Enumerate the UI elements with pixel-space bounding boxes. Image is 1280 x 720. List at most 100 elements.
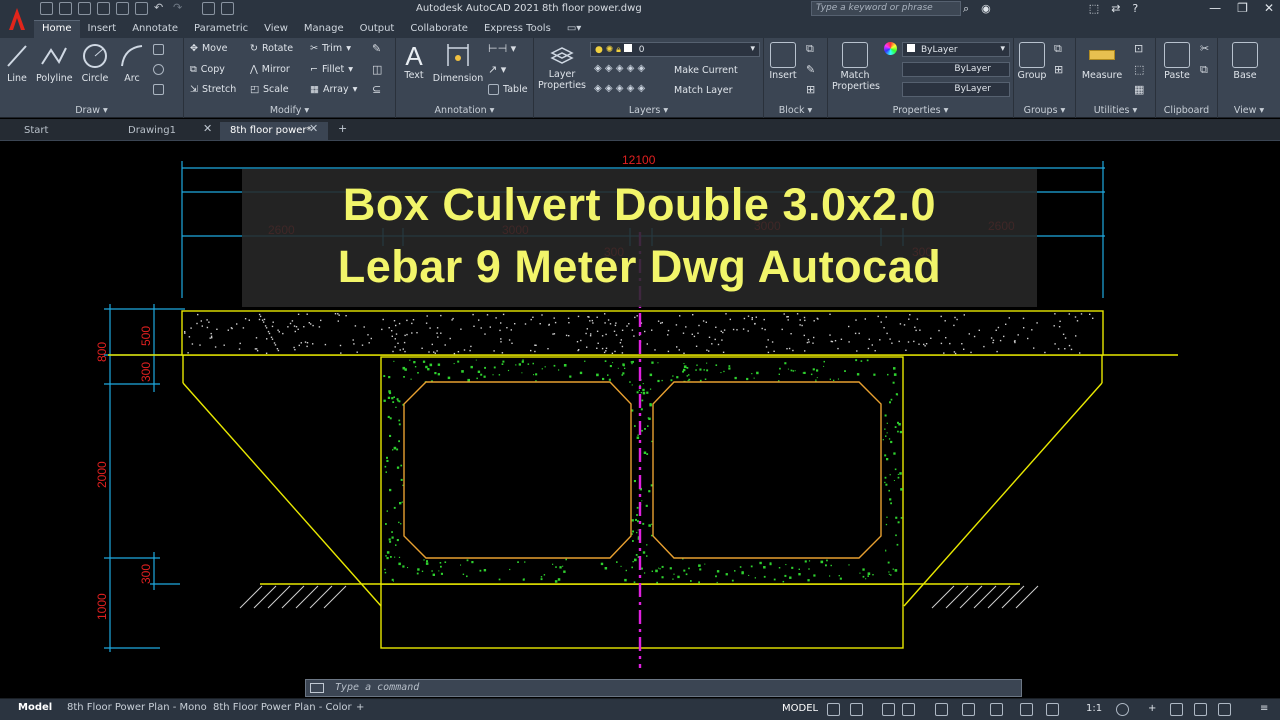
measure-button[interactable]: Measure xyxy=(1080,42,1124,81)
block-panel-title[interactable]: Block ▾ xyxy=(764,105,827,116)
minimize-icon[interactable]: — xyxy=(1209,1,1221,15)
clean-screen-icon[interactable] xyxy=(1218,703,1231,716)
grid-icon[interactable] xyxy=(827,703,840,716)
paste-button[interactable]: Paste xyxy=(1160,42,1194,81)
text-button[interactable]: A Text xyxy=(400,42,428,81)
dimension-button[interactable]: Dimension xyxy=(432,42,484,84)
group-button[interactable]: Group xyxy=(1016,42,1048,81)
stretch-button[interactable]: ⇲ Stretch xyxy=(190,84,236,95)
annotation-scale-icon[interactable] xyxy=(1046,703,1059,716)
linear-dim-icon[interactable]: ⊢⊣ ▾ xyxy=(488,42,516,55)
annotation-panel-title[interactable]: Annotation ▾ xyxy=(396,105,533,116)
isodraft-icon[interactable] xyxy=(935,703,948,716)
make-current-button[interactable]: Make Current xyxy=(674,65,738,76)
ortho-icon[interactable] xyxy=(882,703,895,716)
user-icon[interactable]: ◉ xyxy=(981,2,991,16)
layers-icon[interactable] xyxy=(202,2,215,15)
customize-icon[interactable]: ≡ xyxy=(1260,703,1268,714)
model-space-button[interactable]: MODEL xyxy=(782,703,818,714)
array-button[interactable]: ▦ Array ▾ xyxy=(310,84,357,95)
osnap-icon[interactable] xyxy=(962,703,975,716)
polyline-button[interactable]: Polyline xyxy=(36,42,73,84)
drawing-canvas[interactable]: 12100 2600 2600 3000 3000 300 300 500 80… xyxy=(0,142,1280,698)
layout-tab-model[interactable]: Model xyxy=(18,702,52,713)
color-wheel-icon[interactable] xyxy=(884,42,897,55)
explode-icon[interactable]: ◫ xyxy=(372,63,382,76)
rotate-button[interactable]: ↻ Rotate xyxy=(250,43,293,54)
tab-drawing1[interactable]: Drawing1 xyxy=(118,122,186,141)
redo-icon[interactable]: ↷ xyxy=(173,2,186,15)
share-view-icon[interactable] xyxy=(221,2,234,15)
close-icon[interactable]: ✕ xyxy=(1264,1,1274,15)
tab-parametric[interactable]: Parametric xyxy=(186,21,256,38)
lineweight-dropdown[interactable]: ByLayer xyxy=(902,82,1010,97)
command-input[interactable]: Type a command xyxy=(335,682,419,693)
tab-manage[interactable]: Manage xyxy=(296,21,352,38)
command-line[interactable]: Type a command xyxy=(305,679,1022,697)
arc-button[interactable]: Arc xyxy=(118,42,146,84)
snap-icon[interactable] xyxy=(850,703,863,716)
hatch-icon[interactable] xyxy=(153,84,164,95)
autocad-logo[interactable] xyxy=(0,0,34,38)
tab-view[interactable]: View xyxy=(256,21,296,38)
calculator-icon[interactable]: ▦ xyxy=(1134,83,1144,96)
plot-icon[interactable] xyxy=(116,2,129,15)
block-attrib-icon[interactable]: ⊞ xyxy=(806,83,815,96)
select-all-icon[interactable]: ⬚ xyxy=(1134,63,1144,76)
tab-express-tools[interactable]: Express Tools xyxy=(476,21,559,38)
match-layer-button[interactable]: Match Layer xyxy=(674,85,733,96)
tab-output[interactable]: Output xyxy=(352,21,403,38)
layer-tools-2-icon[interactable]: ◈ ◈ ◈ ◈ ◈ xyxy=(594,83,645,94)
ellipse-icon[interactable] xyxy=(153,64,164,75)
groups-panel-title[interactable]: Groups ▾ xyxy=(1014,105,1075,116)
undo-icon[interactable]: ↶ xyxy=(154,2,167,15)
base-button[interactable]: Base xyxy=(1228,42,1262,81)
help-icon[interactable]: ? xyxy=(1132,2,1138,16)
ungroup-icon[interactable]: ⧉ xyxy=(1054,42,1062,56)
erase-icon[interactable]: ✎ xyxy=(372,42,381,55)
tab-insert[interactable]: Insert xyxy=(80,21,125,38)
restore-icon[interactable]: ❐ xyxy=(1237,1,1248,15)
modify-panel-title[interactable]: Modify ▾ xyxy=(184,105,395,116)
quick-select-icon[interactable]: ⊡ xyxy=(1134,42,1143,55)
leader-icon[interactable]: ↗ ▾ xyxy=(488,63,506,76)
cart-icon[interactable]: ⬚ xyxy=(1089,2,1099,16)
edit-block-icon[interactable]: ✎ xyxy=(806,63,815,76)
properties-panel-title[interactable]: Properties ▾ xyxy=(828,105,1013,116)
linetype-dropdown[interactable]: ByLayer xyxy=(902,62,1010,77)
ribbon-options-icon[interactable]: ▭▾ xyxy=(559,21,589,38)
save-as-icon[interactable] xyxy=(97,2,110,15)
copy-clip-icon[interactable]: ⧉ xyxy=(1200,63,1208,77)
match-properties-button[interactable]: Match Properties xyxy=(832,42,880,92)
rectangle-icon[interactable] xyxy=(153,44,164,55)
layer-tools-icon[interactable]: ◈ ◈ ◈ ◈ ◈ xyxy=(594,63,645,74)
layout-tab-color[interactable]: 8th Floor Power Plan - Color xyxy=(213,702,352,713)
lineweight-icon[interactable] xyxy=(990,703,1003,716)
search-icon[interactable]: ⌕ xyxy=(963,2,969,16)
command-icon[interactable] xyxy=(310,683,324,693)
transparency-icon[interactable] xyxy=(1020,703,1033,716)
add-icon[interactable]: + xyxy=(1148,703,1156,714)
create-block-icon[interactable]: ⧉ xyxy=(806,42,814,56)
layout-tab-mono[interactable]: 8th Floor Power Plan - Mono xyxy=(67,702,207,713)
add-layout-icon[interactable]: + xyxy=(356,702,364,713)
layer-properties-button[interactable]: Layer Properties xyxy=(538,42,586,91)
insert-button[interactable]: Insert xyxy=(766,42,800,81)
tab-start[interactable]: Start xyxy=(14,122,58,141)
color-dropdown[interactable]: ByLayer ▾ xyxy=(902,42,1010,57)
group-edit-icon[interactable]: ⊞ xyxy=(1054,63,1063,76)
cut-icon[interactable]: ✂ xyxy=(1200,42,1209,55)
layers-panel-title[interactable]: Layers ▾ xyxy=(534,105,763,116)
tab-home[interactable]: Home xyxy=(34,20,80,38)
utilities-panel-title[interactable]: Utilities ▾ xyxy=(1076,105,1155,116)
polar-icon[interactable] xyxy=(902,703,915,716)
isolate-icon[interactable] xyxy=(1194,703,1207,716)
share-icon[interactable] xyxy=(135,2,148,15)
layer-dropdown[interactable]: ● ✺ 🔒︎ 0 ▾ xyxy=(590,42,760,57)
new-icon[interactable] xyxy=(40,2,53,15)
scale-button[interactable]: ◰ Scale xyxy=(250,84,289,95)
draw-panel-title[interactable]: Draw ▾ xyxy=(0,105,183,116)
move-button[interactable]: ✥ Move xyxy=(190,43,227,54)
workspace-gear-icon[interactable] xyxy=(1116,703,1129,716)
open-icon[interactable] xyxy=(59,2,72,15)
